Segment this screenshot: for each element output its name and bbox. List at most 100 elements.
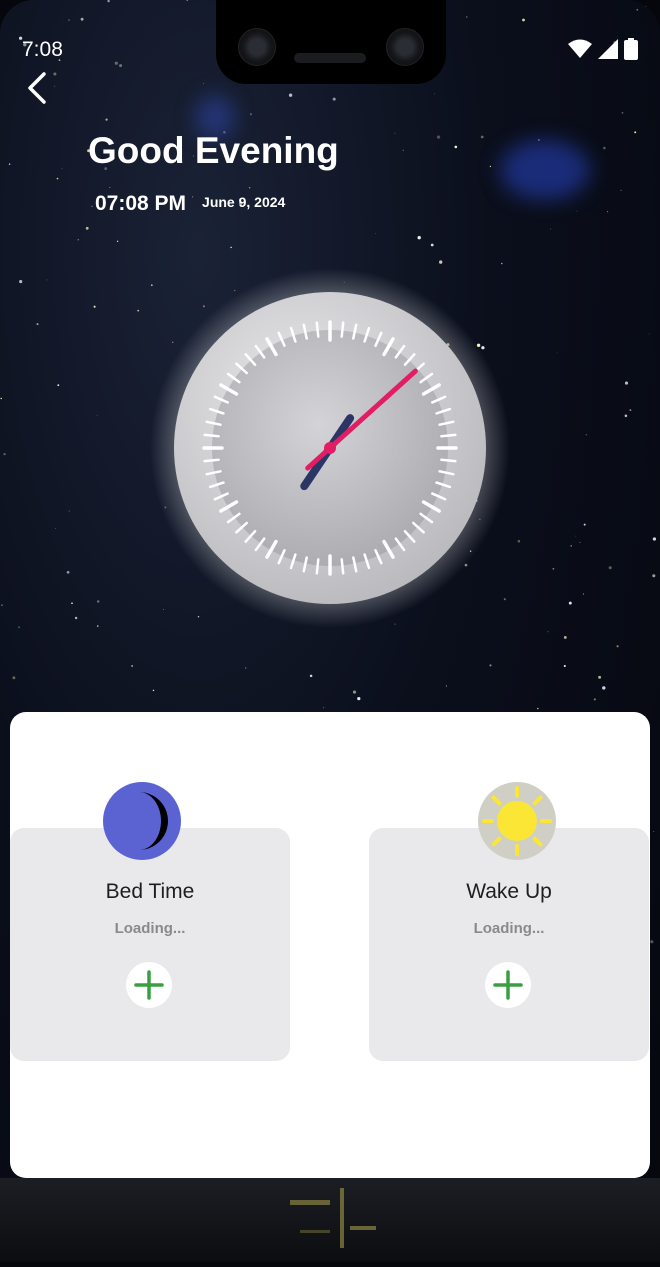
star-dot xyxy=(430,243,434,247)
star-dot xyxy=(454,145,458,149)
star-dot xyxy=(105,118,108,121)
battery-icon xyxy=(624,38,638,60)
background-reflection xyxy=(290,1188,376,1248)
star-dot xyxy=(489,664,492,667)
star-dot xyxy=(56,177,59,180)
star-dot xyxy=(501,262,503,265)
star-dot xyxy=(620,189,622,192)
add-bed-time-button[interactable] xyxy=(126,962,172,1008)
star-dot xyxy=(186,0,189,1)
nebula-decoration xyxy=(500,140,590,200)
star-dot xyxy=(522,18,525,22)
star-dot xyxy=(466,16,468,18)
star-dot xyxy=(137,309,140,312)
wifi-icon xyxy=(568,39,592,58)
current-date: June 9, 2024 xyxy=(202,194,286,210)
star-dot xyxy=(114,61,118,65)
star-dot xyxy=(96,414,98,416)
star-dot xyxy=(74,616,78,620)
star-dot xyxy=(109,186,111,188)
star-dot xyxy=(582,593,585,595)
star-dot xyxy=(0,397,2,400)
star-dot xyxy=(652,537,657,541)
star-dot xyxy=(549,228,552,230)
star-dot xyxy=(576,210,578,212)
back-button[interactable] xyxy=(22,68,62,108)
star-dot xyxy=(131,665,133,667)
star-dot xyxy=(636,8,639,11)
add-wake-up-button[interactable] xyxy=(485,962,531,1008)
star-dot xyxy=(608,566,612,570)
star-dot xyxy=(8,163,11,165)
star-dot xyxy=(61,168,63,170)
star-dot xyxy=(288,93,293,97)
bed-time-card[interactable]: Bed Time Loading... xyxy=(10,828,290,1061)
star-dot xyxy=(650,940,654,944)
star-dot xyxy=(602,686,606,690)
chevron-left-icon xyxy=(28,72,46,104)
star-dot xyxy=(332,97,336,101)
star-dot xyxy=(245,667,247,669)
star-dot xyxy=(1,604,3,607)
star-dot xyxy=(537,707,539,710)
star-dot xyxy=(598,675,602,679)
star-dot xyxy=(93,305,96,308)
star-dot xyxy=(36,323,39,326)
star-dot xyxy=(624,381,629,385)
clock-tick xyxy=(203,433,220,438)
current-time: 07:08 PM xyxy=(95,192,187,215)
star-dot xyxy=(85,226,89,230)
clock-tick xyxy=(315,321,320,338)
background-bottom xyxy=(0,1178,660,1262)
star-dot xyxy=(357,696,361,701)
star-dot xyxy=(55,527,57,529)
cell-signal-icon xyxy=(598,39,618,59)
clock-tick xyxy=(440,433,457,438)
star-dot xyxy=(616,645,619,648)
wake-up-card[interactable]: Wake Up Loading... xyxy=(369,828,649,1061)
star-dot xyxy=(57,384,60,387)
star-dot xyxy=(603,146,606,150)
star-dot xyxy=(309,674,313,678)
star-dot xyxy=(658,17,660,19)
star-dot xyxy=(116,240,119,242)
earpiece-speaker xyxy=(294,53,366,63)
clock-tick xyxy=(203,458,220,463)
star-dot xyxy=(394,132,396,134)
star-dot xyxy=(563,635,567,639)
star-dot xyxy=(445,685,448,687)
star-dot xyxy=(417,236,421,240)
star-dot xyxy=(18,626,21,629)
star-dot xyxy=(71,602,73,605)
star-dot xyxy=(352,690,357,694)
star-dot xyxy=(621,112,624,114)
moon-icon xyxy=(103,782,181,860)
front-camera xyxy=(238,28,276,66)
plus-icon xyxy=(134,970,164,1000)
star-dot xyxy=(12,676,16,680)
star-dot xyxy=(97,625,99,627)
current-datetime: 07:08 PM June 9, 2024 xyxy=(95,192,285,216)
star-dot xyxy=(624,414,628,418)
star-dot xyxy=(547,631,549,633)
sun-icon xyxy=(478,782,556,860)
star-dot xyxy=(652,574,656,578)
star-dot xyxy=(434,93,436,95)
star-dot xyxy=(68,19,70,21)
plus-icon xyxy=(493,970,523,1000)
star-dot xyxy=(634,131,637,134)
wake-up-title: Wake Up xyxy=(466,880,552,903)
bed-time-title: Bed Time xyxy=(105,880,195,903)
star-dot xyxy=(653,830,655,833)
camera-notch xyxy=(216,0,446,84)
star-dot xyxy=(107,0,110,3)
star-dot xyxy=(563,664,566,668)
star-dot xyxy=(375,233,376,235)
star-dot xyxy=(579,542,581,543)
star-dot xyxy=(570,545,573,547)
front-camera xyxy=(386,28,424,66)
star-dot xyxy=(517,539,521,543)
bed-time-status: Loading... xyxy=(114,920,186,937)
star-dot xyxy=(323,707,325,709)
star-dot xyxy=(645,6,647,7)
